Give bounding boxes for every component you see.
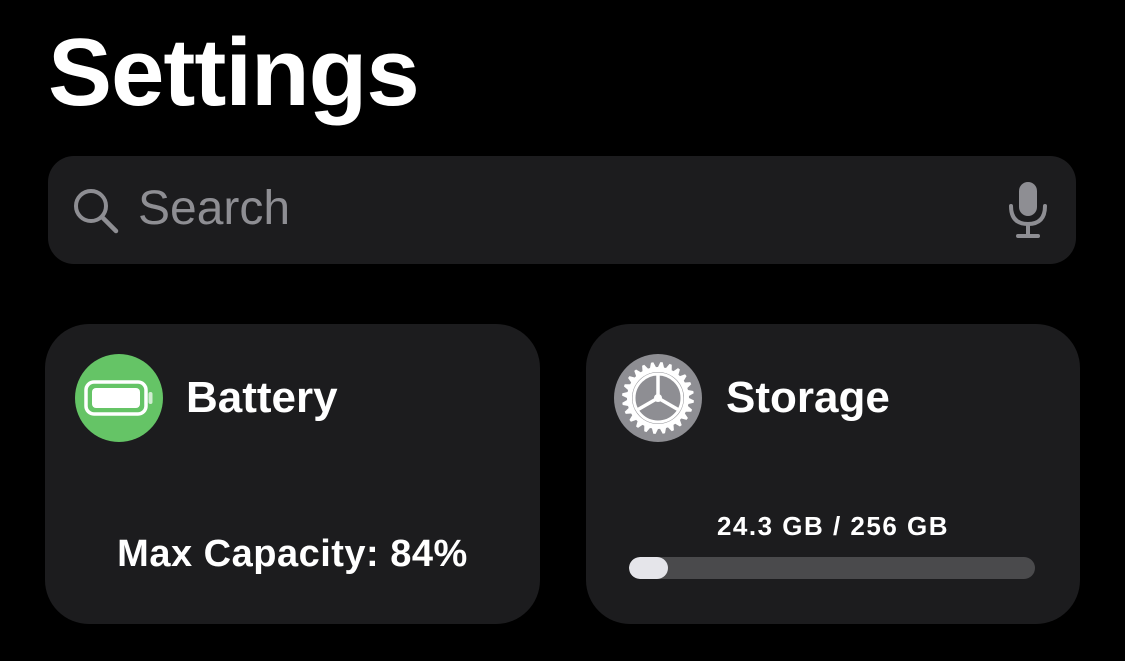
storage-card[interactable]: Storage 24.3 GB / 256 GB — [586, 324, 1080, 624]
max-capacity-text: Max Capacity: 84% — [117, 533, 468, 575]
search-input[interactable] — [138, 176, 978, 242]
microphone-icon[interactable] — [1004, 180, 1052, 240]
battery-card[interactable]: Battery Max Capacity: 84% — [45, 324, 540, 624]
search-icon — [74, 189, 119, 234]
storage-usage-text: 24.3 GB / 256 GB — [716, 511, 950, 541]
settings-screen: Settings Battery Max Capacity: 84% Stora… — [0, 0, 1125, 661]
storage-usage-bar-fill — [629, 557, 668, 579]
battery-icon — [75, 354, 163, 442]
battery-title: Battery — [186, 373, 338, 422]
storage-title: Storage — [726, 373, 890, 422]
page-title: Settings — [48, 19, 420, 126]
storage-usage-bar — [629, 557, 1035, 579]
gear-icon — [614, 354, 702, 442]
